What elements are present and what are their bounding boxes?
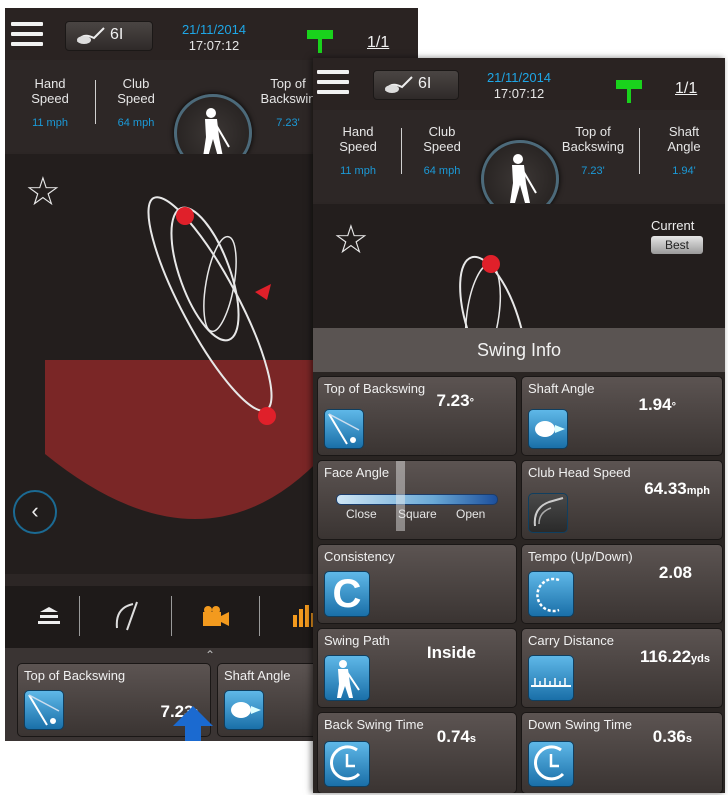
golfer-icon — [510, 154, 537, 203]
card-value: 64.33mph — [644, 479, 710, 498]
video-camera-icon — [203, 606, 229, 626]
card-carry-distance[interactable]: Carry Distance 116.22yds — [521, 628, 723, 708]
swing-plot: ☆ Current Best — [313, 204, 725, 393]
front-screen: 6I 21/11/2014 17:07:12 1/1 Hand Speed 11 … — [313, 58, 725, 793]
menu-icon[interactable] — [317, 70, 349, 94]
metric-top-of-backswing: Top of Backswing 7.23' — [561, 124, 625, 177]
shaft-angle-icon — [528, 409, 568, 449]
consistency-icon: C — [324, 571, 370, 617]
golf-club-icon — [385, 76, 413, 93]
tool-compare[interactable] — [19, 586, 79, 646]
card-down-swing-time[interactable]: Down Swing Time 0.36s — [521, 712, 723, 793]
arrow-up-icon — [173, 706, 213, 741]
current-label: Current — [651, 218, 695, 233]
stack-icon — [38, 607, 60, 624]
time-text: 17:07:12 — [493, 86, 545, 101]
metric-hand-speed: Hand Speed 11 mph — [339, 124, 377, 177]
card-top-of-backswing[interactable]: Top of Backswing 7.23° — [317, 376, 517, 456]
card-value: 7.23° — [436, 391, 475, 410]
metric-shaft-angle: Shaft Angle 1.94' — [667, 124, 701, 177]
clock-icon — [528, 741, 574, 787]
ruler-icon — [528, 655, 574, 701]
flag-icon[interactable] — [307, 30, 333, 54]
metric-club-speed: Club Speed 64 mph — [423, 124, 461, 177]
swing-info-panel: Top of Backswing 7.23° Shaft Angle 1.94°… — [313, 372, 725, 793]
date-time: 21/11/2014 17:07:12 — [473, 70, 565, 102]
card-swing-path[interactable]: Swing Path Inside — [317, 628, 517, 708]
swing-info-header: Swing Info — [313, 328, 725, 372]
metric-club-speed: Club Speed 64 mph — [117, 76, 155, 129]
card-back-swing-time[interactable]: Back Swing Time 0.74s — [317, 712, 517, 793]
time-text: 17:07:12 — [188, 38, 240, 53]
best-button[interactable]: Best — [651, 236, 703, 254]
divider — [95, 80, 96, 124]
favorite-star-icon[interactable]: ☆ — [25, 172, 61, 212]
clock-icon — [324, 741, 370, 787]
swing-arc-icon — [115, 601, 138, 631]
scale-square: Square — [398, 507, 437, 521]
page-indicator[interactable]: 1/1 — [367, 34, 389, 52]
divider — [639, 128, 640, 174]
club-label: 6I — [110, 26, 124, 43]
tempo-icon — [528, 571, 574, 617]
backswing-angle-icon — [24, 690, 64, 730]
card-consistency[interactable]: Consistency C — [317, 544, 517, 624]
metric-top-of-backswing: Top of Backswin 7.23' — [260, 76, 316, 129]
scale-close: Close — [346, 507, 377, 521]
date-time: 21/11/2014 17:07:12 — [169, 22, 259, 54]
tool-video[interactable] — [181, 586, 251, 646]
chevron-up-icon[interactable]: ⌃ — [205, 648, 215, 662]
card-value: 0.74s — [436, 727, 476, 746]
card-club-head-speed[interactable]: Club Head Speed 64.33mph — [521, 460, 723, 540]
menu-icon[interactable] — [11, 22, 43, 46]
club-selector-button[interactable]: 6I — [65, 21, 153, 51]
date-text: 21/11/2014 — [181, 22, 247, 37]
divider — [401, 128, 402, 174]
card-value: 1.94° — [638, 395, 677, 414]
back-arrow-button[interactable]: ‹ — [13, 490, 57, 534]
backswing-angle-icon — [324, 409, 364, 449]
page-indicator[interactable]: 1/1 — [675, 80, 697, 98]
card-value: Inside — [426, 643, 476, 662]
shaft-angle-icon — [224, 690, 264, 730]
flag-icon[interactable] — [616, 80, 642, 104]
scale-open: Open — [456, 507, 486, 521]
card-face-angle[interactable]: Face Angle Close Square Open — [317, 460, 517, 540]
club-label: 6I — [418, 75, 432, 92]
top-bar: 6I 21/11/2014 17:07:12 1/1 — [5, 8, 418, 60]
card-value: 0.36s — [652, 727, 692, 746]
club-selector-button[interactable]: 6I — [373, 70, 459, 100]
card-tempo[interactable]: Tempo (Up/Down) 2.08 — [521, 544, 723, 624]
top-bar: 6I 21/11/2014 17:07:12 1/1 — [313, 58, 725, 110]
golfer-icon — [203, 108, 230, 157]
tool-swing-path[interactable] — [91, 586, 167, 646]
favorite-star-icon[interactable]: ☆ — [333, 220, 369, 260]
club-head-icon — [528, 493, 568, 533]
card-value: 2.08 — [658, 563, 692, 582]
golf-club-icon — [77, 27, 105, 44]
card-shaft-angle[interactable]: Shaft Angle 1.94° — [521, 376, 723, 456]
golfer-path-icon — [324, 655, 370, 701]
face-angle-bar — [336, 494, 498, 505]
metric-hand-speed: Hand Speed 11 mph — [31, 76, 69, 129]
card-value: 116.22yds — [639, 647, 710, 666]
date-text: 21/11/2014 — [486, 70, 552, 85]
